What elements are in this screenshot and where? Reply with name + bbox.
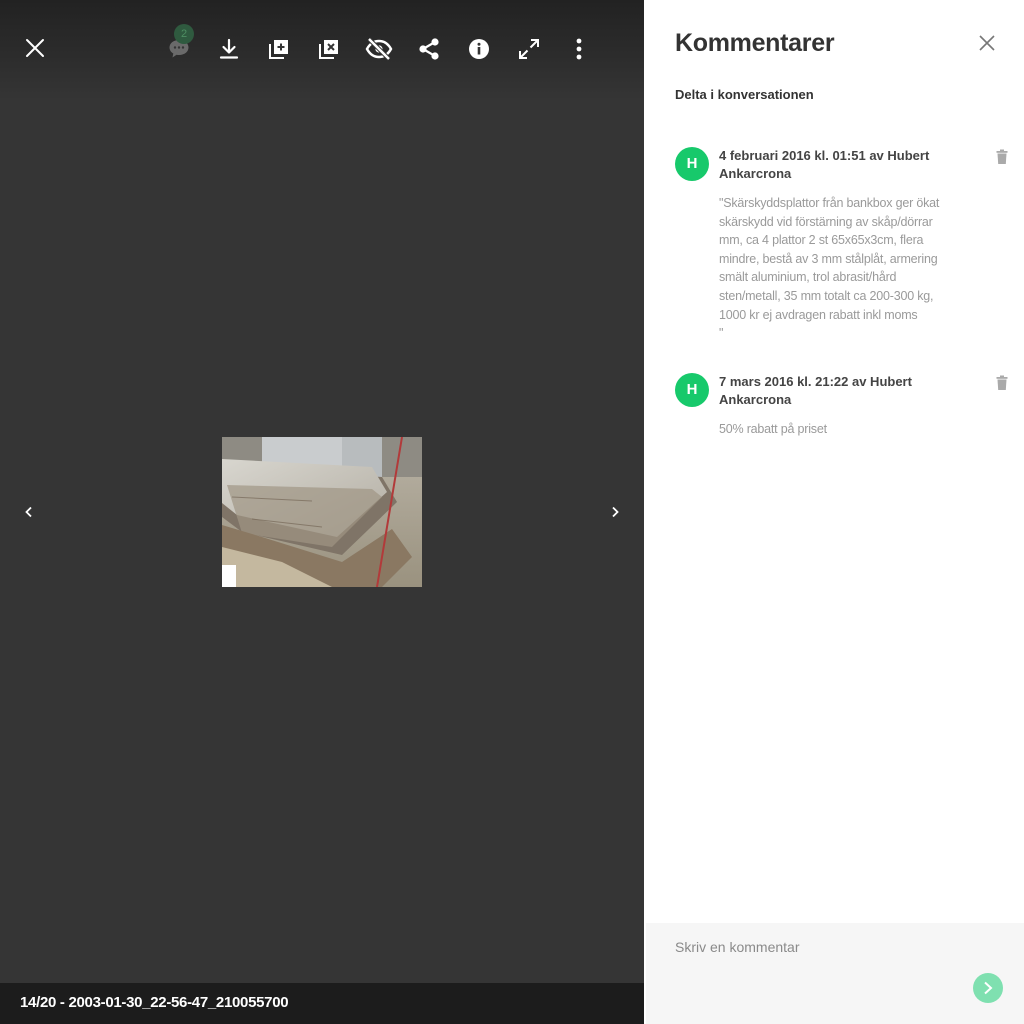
- avatar: H: [675, 373, 709, 407]
- comment-input[interactable]: [675, 939, 975, 955]
- trash-icon: [996, 149, 1008, 164]
- trash-icon: [996, 375, 1008, 390]
- photo-image: [222, 437, 422, 587]
- comment-body: 50% rabatt på priset: [719, 422, 827, 436]
- comments-button[interactable]: 2: [163, 24, 195, 65]
- delete-comment-button[interactable]: [995, 375, 1009, 391]
- previous-photo-button[interactable]: [17, 500, 41, 524]
- remove-from-album-button[interactable]: [313, 33, 345, 65]
- panel-subtitle: Delta i konversationen: [675, 87, 814, 102]
- comment-count-badge: 2: [174, 24, 194, 44]
- photo: [222, 437, 422, 587]
- more-vertical-icon: [576, 38, 582, 60]
- download-icon: [219, 38, 239, 59]
- send-comment-button[interactable]: [973, 973, 1003, 1003]
- comment-meta: 7 mars 2016 kl. 21:22 av Hubert Ankarcro…: [719, 374, 912, 407]
- photo-caption: 14/20 - 2003-01-30_22-56-47_210055700: [20, 994, 289, 1011]
- hide-button[interactable]: [363, 33, 395, 65]
- share-icon: [419, 38, 439, 60]
- info-icon: [469, 39, 489, 59]
- photo-viewer: 2 14/20 - 2003-01-30_22-56-47_210055700: [0, 0, 644, 1024]
- close-viewer-button[interactable]: [19, 32, 51, 64]
- download-button[interactable]: [213, 33, 245, 65]
- panel-title: Kommentarer: [675, 29, 835, 57]
- add-to-album-icon: [269, 40, 288, 59]
- comment-composer: [646, 923, 1024, 1024]
- delete-comment-button[interactable]: [995, 149, 1009, 165]
- chevron-right-icon: [612, 506, 619, 518]
- next-photo-button[interactable]: [603, 500, 627, 524]
- chevron-right-icon: [984, 981, 993, 995]
- fullscreen-button[interactable]: [513, 33, 545, 65]
- close-panel-button[interactable]: [973, 29, 1001, 57]
- remove-from-album-icon: [319, 40, 338, 59]
- comment-meta: 4 februari 2016 kl. 01:51 av Hubert Anka…: [719, 148, 930, 181]
- share-button[interactable]: [413, 33, 445, 65]
- viewer-footer: 14/20 - 2003-01-30_22-56-47_210055700: [0, 983, 644, 1024]
- close-icon: [979, 35, 995, 51]
- eye-off-icon: [365, 37, 393, 61]
- fullscreen-icon: [519, 39, 539, 59]
- chevron-left-icon: [25, 506, 32, 518]
- add-to-album-button[interactable]: [263, 33, 295, 65]
- more-menu-button[interactable]: [563, 33, 595, 65]
- avatar: H: [675, 147, 709, 181]
- close-icon: [26, 39, 44, 57]
- info-button[interactable]: [463, 33, 495, 65]
- comments-panel: Kommentarer Delta i konversationen H 4 f…: [644, 0, 1024, 1024]
- comment-body: "Skärskyddsplattor från bankbox ger ökat…: [719, 196, 940, 341]
